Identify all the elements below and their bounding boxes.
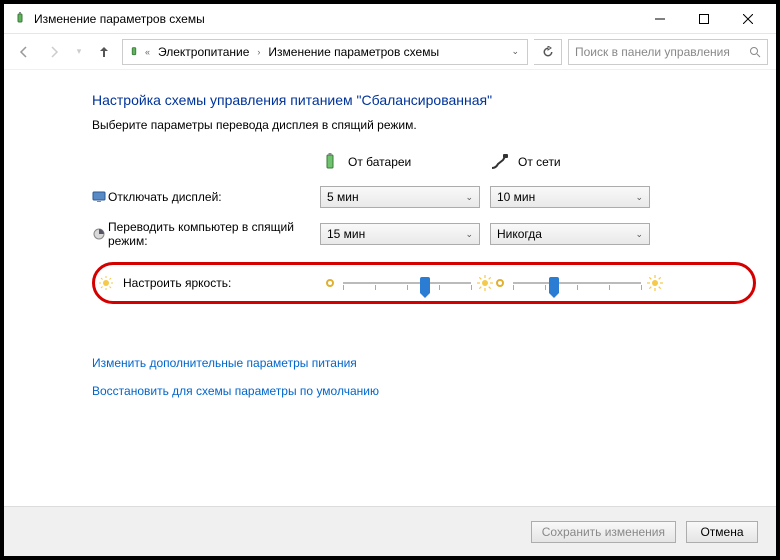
address-dropdown[interactable]: ⌄ bbox=[507, 46, 523, 57]
sun-small-icon bbox=[323, 276, 337, 290]
mode-plugged: От сети bbox=[490, 152, 660, 172]
brightness-slider-battery[interactable] bbox=[343, 275, 471, 291]
brightness-row-highlight: Настроить яркость: bbox=[92, 262, 756, 304]
address-bar[interactable]: « Электропитание › Изменение параметров … bbox=[122, 39, 528, 65]
navbar: ▾ « Электропитание › Изменение параметро… bbox=[4, 34, 776, 70]
mode-battery: От батареи bbox=[320, 152, 490, 172]
back-button[interactable] bbox=[12, 40, 36, 64]
brightness-slider-plugged[interactable] bbox=[513, 275, 641, 291]
display-icon bbox=[92, 190, 106, 204]
window-title: Изменение параметров схемы bbox=[34, 12, 638, 26]
select-sleep-battery[interactable]: 15 мин⌄ bbox=[320, 223, 480, 245]
app-icon bbox=[12, 11, 28, 27]
chevron-right-icon: › bbox=[257, 47, 260, 57]
save-button[interactable]: Сохранить изменения bbox=[531, 521, 676, 543]
link-advanced[interactable]: Изменить дополнительные параметры питани… bbox=[92, 356, 756, 370]
sleep-icon bbox=[92, 227, 106, 241]
battery-icon bbox=[320, 152, 340, 172]
select-display-plugged[interactable]: 10 мин⌄ bbox=[490, 186, 650, 208]
recent-button[interactable]: ▾ bbox=[72, 40, 86, 64]
titlebar: Изменение параметров схемы bbox=[4, 4, 776, 34]
chevron-down-icon: ⌄ bbox=[635, 229, 643, 240]
cancel-button[interactable]: Отмена bbox=[686, 521, 758, 543]
chevron-down-icon: ⌄ bbox=[635, 192, 643, 203]
sun-small-icon bbox=[493, 276, 507, 290]
sun-large-icon bbox=[477, 275, 493, 291]
search-icon bbox=[749, 46, 761, 58]
breadcrumb-current[interactable]: Изменение параметров схемы bbox=[264, 45, 443, 59]
search-input[interactable]: Поиск в панели управления bbox=[568, 39, 768, 65]
plug-icon bbox=[490, 152, 510, 172]
select-display-battery[interactable]: 5 мин⌄ bbox=[320, 186, 480, 208]
close-button[interactable] bbox=[726, 5, 770, 33]
up-button[interactable] bbox=[92, 40, 116, 64]
brightness-icon bbox=[99, 276, 113, 290]
search-placeholder: Поиск в панели управления bbox=[575, 45, 745, 59]
window: Изменение параметров схемы ▾ « Электропи… bbox=[4, 4, 776, 556]
row-brightness-label: Настроить яркость: bbox=[123, 276, 323, 290]
minimize-button[interactable] bbox=[638, 5, 682, 33]
breadcrumb-root[interactable]: Электропитание bbox=[154, 45, 253, 59]
mode-plugged-label: От сети bbox=[518, 155, 561, 169]
chevron-down-icon: ⌄ bbox=[465, 229, 473, 240]
mode-battery-label: От батареи bbox=[348, 155, 411, 169]
footer: Сохранить изменения Отмена bbox=[4, 506, 776, 556]
sun-large-icon bbox=[647, 275, 663, 291]
link-restore[interactable]: Восстановить для схемы параметры по умол… bbox=[92, 384, 756, 398]
maximize-button[interactable] bbox=[682, 5, 726, 33]
row-display-label: Отключать дисплей: bbox=[108, 190, 320, 204]
page-subtitle: Выберите параметры перевода дисплея в сп… bbox=[92, 118, 756, 132]
power-icon bbox=[127, 45, 141, 59]
page-title: Настройка схемы управления питанием "Сба… bbox=[92, 92, 756, 108]
refresh-button[interactable] bbox=[534, 39, 562, 65]
content: Настройка схемы управления питанием "Сба… bbox=[4, 70, 776, 506]
select-sleep-plugged[interactable]: Никогда⌄ bbox=[490, 223, 650, 245]
row-sleep-label: Переводить компьютер в спящий режим: bbox=[108, 220, 320, 248]
chevron-icon: « bbox=[145, 47, 150, 57]
forward-button[interactable] bbox=[42, 40, 66, 64]
chevron-down-icon: ⌄ bbox=[465, 192, 473, 203]
